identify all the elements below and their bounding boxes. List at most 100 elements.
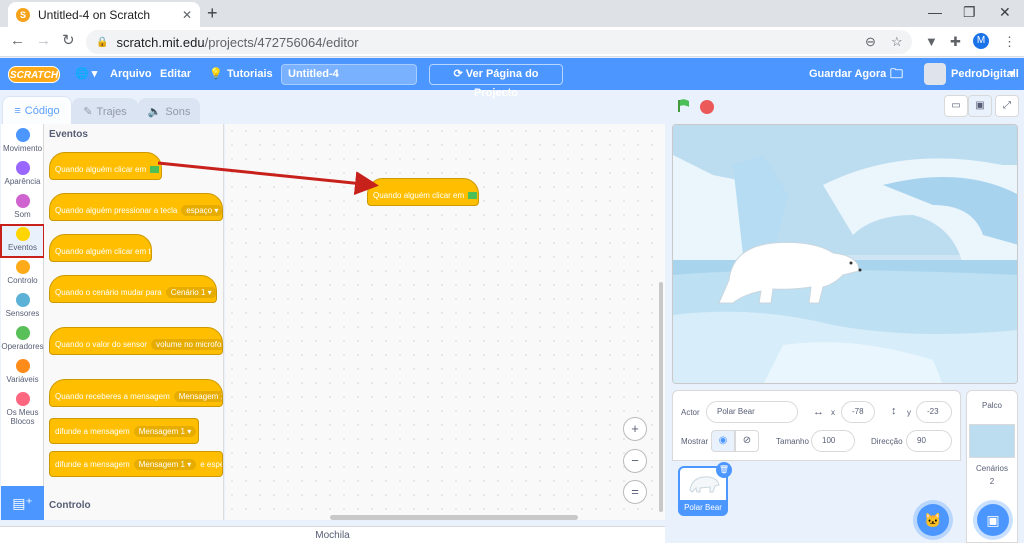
forward-icon[interactable]: →: [36, 33, 51, 49]
zoom-out-icon[interactable]: ⊖: [865, 34, 876, 50]
category-label: Os Meus Blocos: [6, 408, 39, 426]
category-label: Controlo: [7, 276, 38, 285]
user-avatar[interactable]: [924, 63, 946, 85]
profile-avatar[interactable]: M: [973, 33, 989, 49]
tab-code[interactable]: ≡ Código: [2, 96, 72, 124]
restore-icon[interactable]: ❐: [963, 4, 976, 21]
see-project-page-button[interactable]: ⟳ Ver Página do Projecto: [429, 64, 563, 99]
size-label: Tamanho: [776, 437, 809, 446]
category-control[interactable]: Controlo: [1, 260, 44, 285]
palette-block-broadcast[interactable]: difunde a mensagem Mensagem 1 ▾: [49, 418, 199, 444]
browser-tab[interactable]: S Untitled-4 on Scratch ✕: [8, 2, 200, 27]
backdrops-label: Cenários: [975, 464, 1008, 473]
tab-sounds[interactable]: 🔈 Sons: [138, 98, 200, 124]
backpack-bar[interactable]: Mochila: [0, 526, 665, 543]
scratch-favicon-icon: S: [16, 7, 30, 22]
show-sprite-eye-icon[interactable]: ◉: [711, 430, 735, 452]
see-project-page-label: Ver Página do Projecto: [465, 68, 539, 99]
green-flag-icon: [468, 191, 478, 199]
my-stuff-folder-icon[interactable]: 🗀: [890, 58, 903, 90]
hide-sprite-eye-icon[interactable]: ⊘: [735, 430, 759, 452]
tutorials-bulb-icon: 💡: [209, 68, 223, 80]
image-icon: ▣: [986, 512, 1000, 528]
script-block-when-flag-clicked[interactable]: Quando alguém clicar em: [367, 178, 479, 206]
x-label: x: [831, 408, 835, 417]
close-window-icon[interactable]: ✕: [999, 4, 1011, 21]
choose-sprite-button[interactable]: 🐱: [917, 504, 949, 536]
category-events[interactable]: Eventos: [0, 224, 45, 258]
actor-label: Actor: [681, 408, 700, 417]
tutorials-menu[interactable]: Tutoriais: [227, 58, 273, 90]
project-title-input[interactable]: Untitled-4: [281, 64, 417, 85]
message-dropdown[interactable]: Mensagem 1 ▾: [133, 458, 197, 470]
fullscreen-icon[interactable]: ⤢: [995, 95, 1019, 117]
add-extension-button[interactable]: ▤⁺: [1, 486, 44, 520]
category-looks[interactable]: Aparência: [1, 161, 44, 186]
trash-icon[interactable]: 🗑: [716, 462, 732, 478]
palette-section-title: Eventos: [49, 129, 88, 140]
sensor-dropdown[interactable]: volume no microfone: [151, 338, 222, 350]
backdrop-dropdown[interactable]: Cenário 1 ▾: [165, 286, 216, 298]
normal-stage-icon[interactable]: ▣: [968, 95, 992, 117]
choose-backdrop-button[interactable]: ▣: [977, 504, 1009, 536]
size-input[interactable]: 100: [811, 430, 855, 452]
scratch-menu-bar: SCRATCH 🌐 ▾ Arquivo Editar 💡 Tutoriais U…: [0, 58, 1024, 99]
tab-costumes-label: Trajes: [96, 105, 127, 118]
palette-block-when-backdrop-switches[interactable]: Quando o cenário mudar para Cenário 1 ▾: [49, 275, 217, 303]
vertical-scrollbar[interactable]: [659, 282, 663, 512]
zoom-in-button[interactable]: +: [623, 417, 647, 441]
save-now-button[interactable]: Guardar Agora: [809, 58, 886, 90]
message-dropdown[interactable]: Mensagem 1: [173, 390, 222, 402]
palette-block-when-sensor-greater[interactable]: Quando o valor do sensor volume no microf…: [49, 327, 223, 355]
palette-block-when-flag-clicked[interactable]: Quando alguém clicar em: [49, 152, 162, 180]
palette-block-when-sprite-clicked[interactable]: Quando alguém clicar em ti: [49, 234, 152, 262]
minimize-icon[interactable]: —: [928, 4, 942, 20]
category-sensing[interactable]: Sensores: [1, 293, 44, 318]
palette-block-when-key-pressed[interactable]: Quando alguém pressionar a tecla espaço ▾: [49, 193, 223, 221]
category-label: Operadores: [1, 342, 44, 351]
y-position-input[interactable]: -23: [916, 401, 952, 423]
script-area[interactable]: Quando alguém clicar em + − =: [225, 124, 665, 520]
category-sound[interactable]: Som: [1, 194, 44, 219]
zoom-out-button[interactable]: −: [623, 449, 647, 473]
back-icon[interactable]: ←: [10, 33, 25, 49]
palette-block-when-receive[interactable]: Quando receberes a mensagem Mensagem 1: [49, 379, 223, 407]
category-variables[interactable]: Variáveis: [1, 359, 44, 384]
project-page-icon: ⟳: [453, 68, 466, 80]
category-operators[interactable]: Operadores: [1, 326, 44, 351]
reload-icon[interactable]: ↻: [62, 33, 75, 49]
chevron-down-icon[interactable]: ▾: [1009, 58, 1015, 90]
sprite-name-input[interactable]: Polar Bear: [706, 401, 798, 423]
direction-input[interactable]: 90: [906, 430, 952, 452]
block-text: difunde a mensagem: [55, 426, 130, 436]
category-dot-icon: [15, 161, 30, 175]
globe-icon[interactable]: 🌐 ▾: [75, 58, 97, 90]
address-bar[interactable]: 🔒 scratch.mit.edu /projects/472756064/ed…: [86, 30, 912, 54]
message-dropdown[interactable]: Mensagem 1 ▾: [133, 425, 197, 437]
category-label: Variáveis: [6, 375, 39, 384]
scratch-logo[interactable]: SCRATCH: [8, 66, 60, 83]
edit-menu[interactable]: Editar: [160, 58, 191, 90]
key-dropdown[interactable]: espaço ▾: [181, 204, 222, 216]
zoom-reset-button[interactable]: =: [623, 480, 647, 504]
stop-button[interactable]: [700, 100, 714, 114]
category-my-blocks[interactable]: Os Meus Blocos: [1, 392, 44, 426]
zoom-out-icon: −: [631, 453, 639, 468]
palette-block-broadcast-and-wait[interactable]: difunde a mensagemMensagem 1 ▾e espera: [49, 451, 223, 477]
backdrop-thumbnail[interactable]: [969, 424, 1015, 458]
bookmark-star-icon[interactable]: ☆: [891, 34, 903, 50]
category-motion[interactable]: Movimento: [1, 128, 44, 153]
stage-canvas[interactable]: [672, 124, 1018, 384]
green-flag-icon[interactable]: [677, 99, 691, 113]
file-menu[interactable]: Arquivo: [110, 58, 152, 90]
horizontal-scrollbar[interactable]: [330, 515, 578, 520]
kebab-menu-icon[interactable]: ⋮: [1003, 34, 1016, 50]
extension-icon[interactable]: ▼: [925, 34, 938, 49]
puzzle-icon[interactable]: ✚: [950, 34, 961, 50]
small-stage-icon[interactable]: ▭: [944, 95, 968, 117]
tab-costumes[interactable]: ✎ Trajes: [72, 98, 138, 124]
new-tab-icon[interactable]: +: [207, 4, 218, 22]
palette-section-title: Controlo: [49, 500, 91, 511]
close-tab-icon[interactable]: ✕: [182, 8, 192, 22]
x-position-input[interactable]: -78: [841, 401, 875, 423]
